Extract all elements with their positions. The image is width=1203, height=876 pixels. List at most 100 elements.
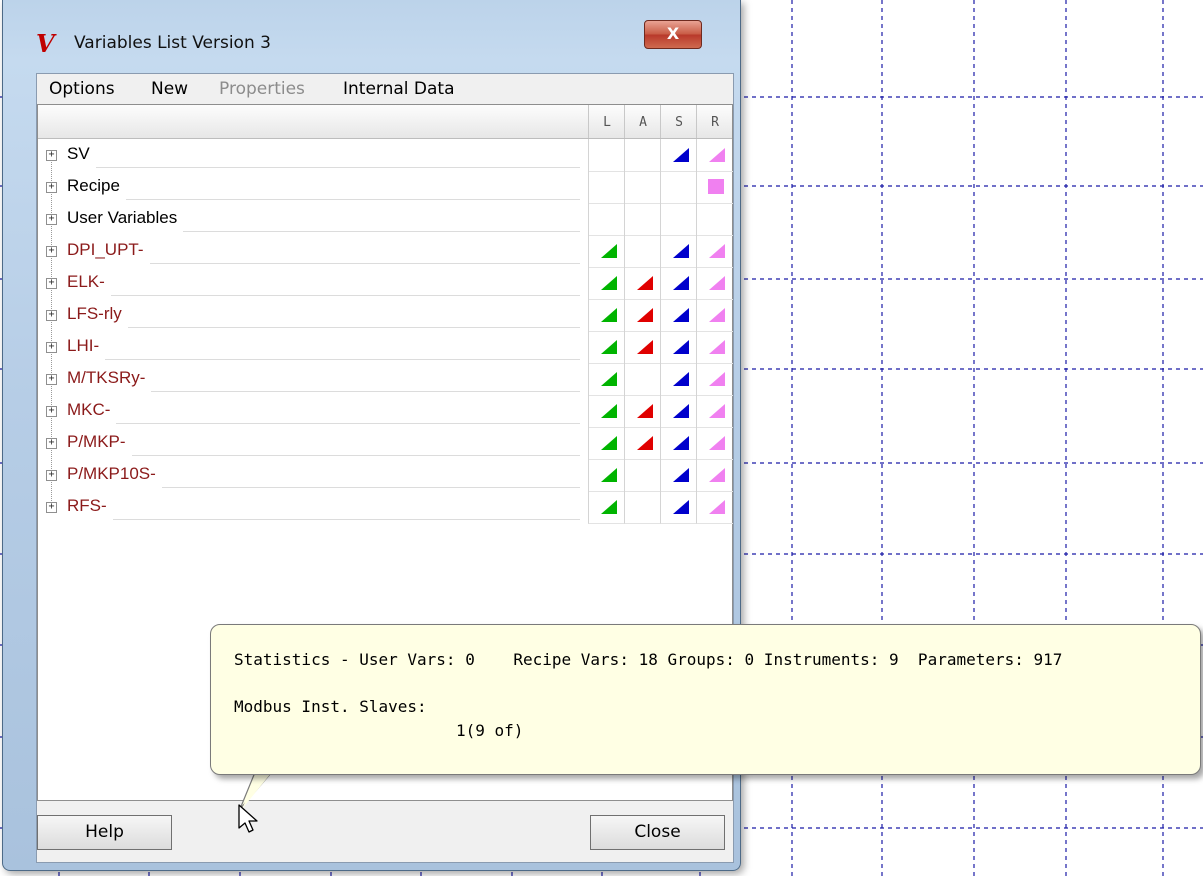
flag-cell-r[interactable]: [696, 267, 733, 300]
tree-row[interactable]: + P/MKP10S-: [38, 459, 733, 492]
tree-row-label[interactable]: DPI_UPT-: [67, 240, 150, 260]
flag-cell-s[interactable]: [660, 235, 697, 268]
mouse-pointer-icon: [238, 804, 258, 833]
flag-cell-r[interactable]: [696, 395, 733, 428]
flag-cell-a[interactable]: [624, 203, 661, 236]
expand-plus-icon[interactable]: +: [46, 214, 57, 225]
flag-cell-s[interactable]: [660, 171, 697, 204]
flag-cell-a[interactable]: [624, 235, 661, 268]
flag-cell-a[interactable]: [624, 427, 661, 460]
flag-cell-a[interactable]: [624, 171, 661, 204]
flag-cell-l[interactable]: [588, 331, 625, 364]
column-header-s[interactable]: S: [660, 105, 697, 138]
window-close-button[interactable]: X: [644, 20, 702, 49]
tree-row-label[interactable]: LHI-: [67, 336, 105, 356]
expand-plus-icon[interactable]: +: [46, 406, 57, 417]
tree-row-label[interactable]: MKC-: [67, 400, 116, 420]
tree-row-label[interactable]: SV: [67, 144, 96, 164]
flag-cell-a[interactable]: [624, 491, 661, 524]
flag-cell-l[interactable]: [588, 427, 625, 460]
tree-row-label[interactable]: P/MKP-: [67, 432, 132, 452]
help-button[interactable]: Help: [37, 815, 172, 850]
flag-cell-l[interactable]: [588, 459, 625, 492]
flag-cell-a[interactable]: [624, 267, 661, 300]
expand-plus-icon[interactable]: +: [46, 342, 57, 353]
flag-triangle-icon: [709, 372, 725, 386]
tree-row-label[interactable]: Recipe: [67, 176, 126, 196]
flag-cell-r[interactable]: [696, 331, 733, 364]
flag-cell-a[interactable]: [624, 299, 661, 332]
flag-cell-l[interactable]: [588, 299, 625, 332]
flag-cell-r[interactable]: [696, 235, 733, 268]
tree-row[interactable]: + SV: [38, 139, 733, 172]
tree-row[interactable]: + ELK-: [38, 267, 733, 300]
expand-plus-icon[interactable]: +: [46, 278, 57, 289]
flag-cell-r[interactable]: [696, 363, 733, 396]
expand-plus-icon[interactable]: +: [46, 246, 57, 257]
flag-cell-l[interactable]: [588, 171, 625, 204]
tree-row-label[interactable]: RFS-: [67, 496, 113, 516]
flag-cell-l[interactable]: [588, 203, 625, 236]
flag-cell-s[interactable]: [660, 139, 697, 172]
tree-row-label[interactable]: LFS-rly: [67, 304, 128, 324]
flag-cell-r[interactable]: [696, 459, 733, 492]
flag-cell-l[interactable]: [588, 363, 625, 396]
tree-row[interactable]: + LHI-: [38, 331, 733, 364]
flag-triangle-icon: [637, 404, 653, 418]
flag-cell-s[interactable]: [660, 203, 697, 236]
flag-cell-a[interactable]: [624, 363, 661, 396]
flag-cell-s[interactable]: [660, 363, 697, 396]
tree-row[interactable]: + Recipe: [38, 171, 733, 204]
tree-row[interactable]: + RFS-: [38, 491, 733, 524]
column-header-l[interactable]: L: [588, 105, 625, 138]
tree-row[interactable]: + M/TKSRy-: [38, 363, 733, 396]
tree-row[interactable]: + User Variables: [38, 203, 733, 236]
menu-new[interactable]: New: [151, 79, 188, 99]
flag-cell-s[interactable]: [660, 267, 697, 300]
tree-row-label[interactable]: User Variables: [67, 208, 183, 228]
title-bar[interactable]: [3, 0, 740, 30]
tree-row[interactable]: + MKC-: [38, 395, 733, 428]
tree-row-label[interactable]: M/TKSRy-: [67, 368, 151, 388]
close-button[interactable]: Close: [590, 815, 725, 850]
flag-cell-r[interactable]: [696, 491, 733, 524]
expand-plus-icon[interactable]: +: [46, 182, 57, 193]
flag-cell-s[interactable]: [660, 491, 697, 524]
expand-plus-icon[interactable]: +: [46, 150, 57, 161]
flag-cell-a[interactable]: [624, 459, 661, 492]
expand-plus-icon[interactable]: +: [46, 502, 57, 513]
flag-cell-l[interactable]: [588, 395, 625, 428]
expand-plus-icon[interactable]: +: [46, 374, 57, 385]
expand-plus-icon[interactable]: +: [46, 438, 57, 449]
flag-cell-l[interactable]: [588, 139, 625, 172]
menu-options[interactable]: Options: [49, 79, 115, 99]
row-underline: [150, 263, 580, 264]
flag-cell-a[interactable]: [624, 139, 661, 172]
expand-plus-icon[interactable]: +: [46, 470, 57, 481]
tree-row[interactable]: + P/MKP-: [38, 427, 733, 460]
flag-cell-s[interactable]: [660, 331, 697, 364]
tree-row-label[interactable]: P/MKP10S-: [67, 464, 162, 484]
flag-cell-l[interactable]: [588, 491, 625, 524]
flag-cell-r[interactable]: [696, 171, 733, 204]
column-header-a[interactable]: A: [624, 105, 661, 138]
column-header-r[interactable]: R: [696, 105, 733, 138]
flag-cell-r[interactable]: [696, 427, 733, 460]
flag-cell-s[interactable]: [660, 395, 697, 428]
flag-cell-a[interactable]: [624, 395, 661, 428]
menu-properties[interactable]: Properties: [219, 79, 305, 99]
tree-row-label[interactable]: ELK-: [67, 272, 111, 292]
flag-cell-r[interactable]: [696, 299, 733, 332]
expand-plus-icon[interactable]: +: [46, 310, 57, 321]
flag-cell-r[interactable]: [696, 203, 733, 236]
tree-row[interactable]: + LFS-rly: [38, 299, 733, 332]
menu-internal-data[interactable]: Internal Data: [343, 79, 455, 99]
flag-cell-s[interactable]: [660, 459, 697, 492]
tree-row[interactable]: + DPI_UPT-: [38, 235, 733, 268]
flag-cell-r[interactable]: [696, 139, 733, 172]
flag-cell-a[interactable]: [624, 331, 661, 364]
flag-cell-l[interactable]: [588, 235, 625, 268]
flag-cell-s[interactable]: [660, 299, 697, 332]
flag-cell-s[interactable]: [660, 427, 697, 460]
flag-cell-l[interactable]: [588, 267, 625, 300]
